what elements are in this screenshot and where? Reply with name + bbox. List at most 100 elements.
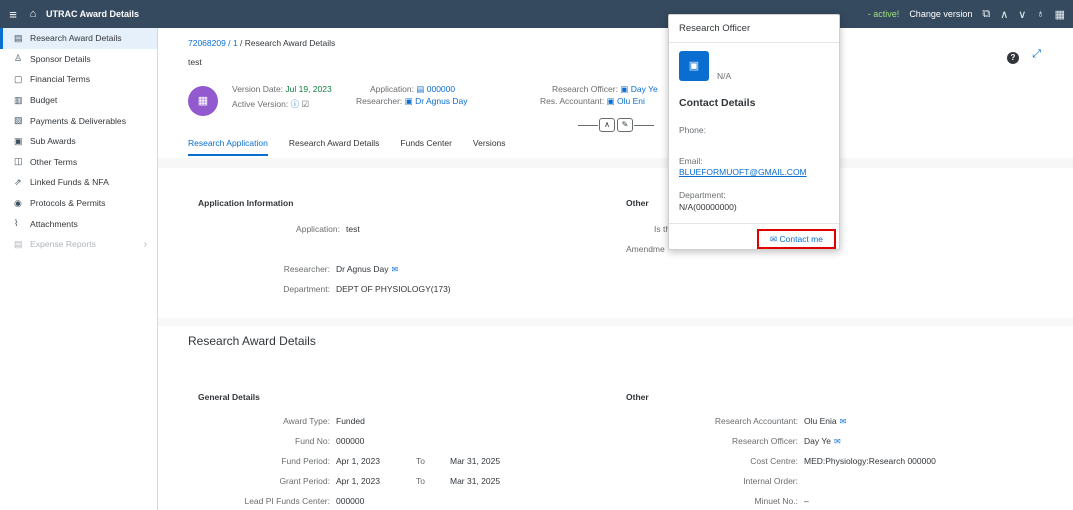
department-row: Department: DEPT OF PHYSIOLOGY(173) xyxy=(283,284,451,294)
copy-icon[interactable]: ⧉ xyxy=(982,8,990,21)
officer-name: N/A xyxy=(717,71,732,81)
tab-versions[interactable]: Versions xyxy=(473,138,506,156)
change-version-button[interactable]: Change version xyxy=(909,9,972,19)
section-title-general: General Details xyxy=(198,392,260,402)
app-title: UTRAC Award Details xyxy=(46,9,140,19)
sidebar-item-expense-reports: ▤ Expense Reports › xyxy=(14,238,147,250)
fullscreen-icon[interactable]: ⤢ xyxy=(1032,48,1041,61)
divider xyxy=(578,124,598,126)
popover-title: Research Officer xyxy=(669,15,839,43)
research-officer-popover: Research Officer ▣ N/A Contact Details P… xyxy=(668,14,840,250)
home-icon[interactable]: ⌂ xyxy=(24,8,42,20)
shell-bar: ≡ ⌂ UTRAC Award Details - active! Change… xyxy=(0,0,1073,28)
tab-research-award-details[interactable]: Research Award Details xyxy=(289,138,380,156)
research-officer-row: Research Officer: Day Ye ✉ xyxy=(732,436,841,446)
award-avatar: ▦ xyxy=(188,86,218,116)
mail-icon[interactable]: ✉ xyxy=(834,437,841,446)
tab-research-application[interactable]: Research Application xyxy=(188,138,268,156)
section-title-other: Other xyxy=(626,198,649,208)
permit-icon: ◉ xyxy=(14,197,22,208)
grid-icon[interactable]: ▦ xyxy=(1055,8,1065,21)
doc-icon: ▢ xyxy=(14,73,23,84)
mail-icon[interactable]: ✉ xyxy=(840,417,847,426)
sidebar-item-sub-awards[interactable]: ▣ Sub Awards xyxy=(0,131,157,152)
header-collapse-control: ∧ ✎ xyxy=(578,118,654,132)
user-icon[interactable]: ♁ xyxy=(1036,8,1044,20)
active-version: Active Version: ⓘ ☑ xyxy=(232,99,310,109)
object-header: 72068209 / 1 / Research Award Details te… xyxy=(158,28,1073,158)
divider xyxy=(669,223,839,224)
contact-card-icon: ▣ xyxy=(679,51,709,81)
researcher-meta: Researcher: ▣ Dr Agnus Day xyxy=(356,96,468,106)
report-icon: ▤ xyxy=(14,238,23,249)
grant-period-row: Grant Period: Apr 1, 2023 To Mar 31, 2025 xyxy=(279,476,501,486)
terms-icon: ◫ xyxy=(14,156,23,167)
mail-icon[interactable]: ✉ xyxy=(391,265,398,274)
person-icon: ♙ xyxy=(14,53,23,64)
version-date: Version Date: Jul 19, 2023 xyxy=(232,84,332,94)
payment-icon: ▧ xyxy=(14,115,23,126)
help-icon[interactable]: ? xyxy=(1007,52,1019,64)
researcher-link[interactable]: ▣ Dr Agnus Day xyxy=(405,96,468,106)
research-officer-link[interactable]: ▣ Day Ye xyxy=(620,84,657,94)
sidebar-item-linked-funds[interactable]: ⇗ Linked Funds & NFA xyxy=(0,172,157,193)
award-type-row: Award Type: Funded xyxy=(283,416,365,426)
fund-no-row: Fund No: 000000 xyxy=(295,436,365,446)
link-icon: ⇗ xyxy=(14,176,22,187)
researcher-row: Researcher: Dr Agnus Day ✉ xyxy=(283,264,399,274)
award-details-section: Research Award Details General Details O… xyxy=(158,326,1073,510)
res-accountant-link[interactable]: ▣ Olu Eni xyxy=(607,96,645,106)
sub-award-icon: ▣ xyxy=(14,135,23,146)
sidebar: ▤ Research Award Details ♙ Sponsor Details… xyxy=(0,28,158,510)
application-link[interactable]: ▤ 000000 xyxy=(416,84,455,94)
section-title-award-details: Research Award Details xyxy=(188,334,316,348)
sidebar-item-attachments[interactable]: ⌇ Attachments xyxy=(0,213,157,234)
breadcrumb: 72068209 / 1 / Research Award Details xyxy=(188,38,336,48)
page-content: Application Information Other Applicatio… xyxy=(158,158,1073,510)
application-info-section: Application Information Other Applicatio… xyxy=(158,168,1073,318)
research-accountant-row: Research Accountant: Olu Enia ✉ xyxy=(714,416,847,426)
chevron-up-icon[interactable]: ∧ xyxy=(1000,8,1008,21)
internal-order-row: Internal Order: xyxy=(743,476,798,486)
pin-header-button[interactable]: ✎ xyxy=(617,118,633,132)
application-meta: Application: ▤ 000000 xyxy=(370,84,456,94)
version-status: - active! xyxy=(867,9,900,19)
calculator-icon: ▦ xyxy=(197,95,209,107)
email-label: Email: xyxy=(679,156,703,166)
chevron-right-icon: › xyxy=(143,238,147,250)
amendment-row: Amendme xyxy=(626,244,665,254)
res-accountant-meta: Res. Accountant: ▣ Olu Eni xyxy=(540,96,645,106)
breadcrumb-link[interactable]: 72068209 / 1 xyxy=(188,38,238,48)
lead-pi-row: Lead PI Funds Center: 000000 xyxy=(244,496,365,506)
tab-funds-center[interactable]: Funds Center xyxy=(400,138,452,156)
sidebar-item-payments-deliverables[interactable]: ▧ Payments & Deliverables xyxy=(0,110,157,131)
paperclip-icon: ⌇ xyxy=(14,218,19,229)
contact-me-button[interactable]: ✉ Contact me xyxy=(757,229,836,249)
sidebar-item-sponsor-details[interactable]: ♙ Sponsor Details xyxy=(0,49,157,70)
hamburger-icon[interactable]: ≡ xyxy=(2,7,24,22)
contact-details-heading: Contact Details xyxy=(679,97,756,109)
collapse-header-button[interactable]: ∧ xyxy=(599,118,615,132)
department-label: Department: xyxy=(679,190,726,200)
tab-bar: Research Application Research Award Deta… xyxy=(188,138,506,156)
phone-label: Phone: xyxy=(679,125,706,135)
sidebar-item-research-award-details[interactable]: ▤ Research Award Details xyxy=(0,28,157,49)
sidebar-item-budget[interactable]: ▥ Budget xyxy=(0,90,157,111)
active-version-checkbox[interactable]: ☑ xyxy=(302,99,310,109)
page-subtitle: test xyxy=(188,57,202,67)
info-icon[interactable]: ⓘ xyxy=(291,99,300,109)
research-officer-meta: Research Officer: ▣ Day Ye xyxy=(552,84,658,94)
sidebar-item-other-terms[interactable]: ◫ Other Terms xyxy=(0,152,157,173)
email-link[interactable]: BLUEFORMUOFT@GMAIL.COM xyxy=(679,167,807,177)
divider xyxy=(634,124,654,126)
sidebar-item-protocols-permits[interactable]: ◉ Protocols & Permits xyxy=(0,193,157,214)
sidebar-item-financial-terms[interactable]: ▢ Financial Terms xyxy=(0,69,157,90)
budget-icon: ▥ xyxy=(14,94,23,105)
minuet-no-row: Minuet No.: – xyxy=(754,496,809,506)
section-title-application-info: Application Information xyxy=(198,198,294,208)
document-icon: ▤ xyxy=(14,32,23,43)
fund-period-row: Fund Period: Apr 1, 2023 To Mar 31, 2025 xyxy=(281,456,501,466)
chevron-down-icon[interactable]: ∨ xyxy=(1018,8,1026,21)
cost-centre-row: Cost Centre: MED:Physiology:Research 0000… xyxy=(750,456,936,466)
mail-icon: ✉ xyxy=(770,234,778,244)
